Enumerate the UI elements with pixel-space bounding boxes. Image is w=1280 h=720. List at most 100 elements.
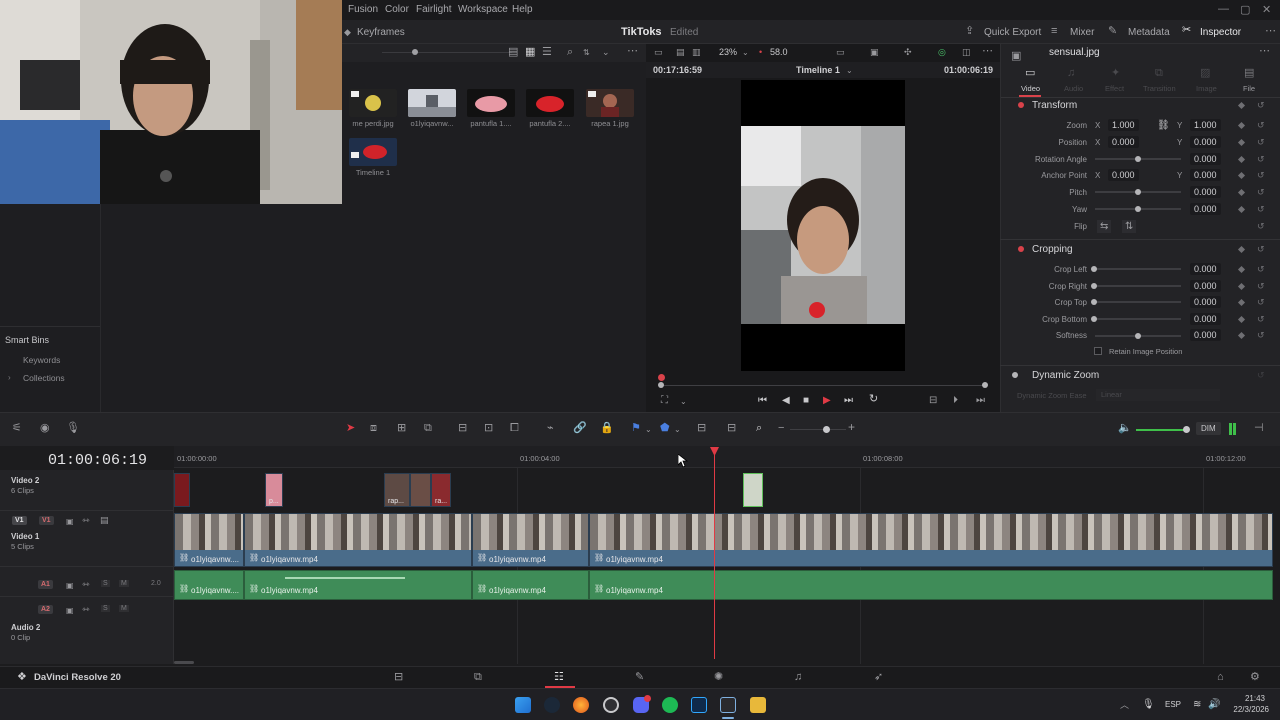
tray-chevron-icon[interactable]: ︿ (1120, 700, 1129, 711)
search-icon[interactable]: ⌕ (567, 47, 573, 58)
effect-tab-icon[interactable]: ✦ (1111, 68, 1120, 79)
a1-clip[interactable]: ⛓ o1lyiqavnw.mp4 (589, 570, 1273, 600)
a1-tag[interactable]: A1 (38, 580, 53, 589)
tab-video[interactable]: Video (1021, 84, 1040, 93)
timeline-selector[interactable]: Timeline 1 (796, 65, 840, 75)
crop-top-field[interactable]: 0.000 (1190, 296, 1221, 308)
inspector-button[interactable]: Inspector (1200, 27, 1241, 38)
lock-track-icon[interactable]: ▣ (66, 580, 74, 591)
track-visibility-icon[interactable]: ▤ (100, 515, 109, 526)
insert-clip-icon[interactable]: ⊟ (458, 423, 467, 434)
speaker-icon[interactable]: 🔈 (1118, 423, 1132, 434)
quick-export-button[interactable]: Quick Export (984, 27, 1041, 38)
viewer-dual-icon[interactable]: ▥ (692, 47, 701, 58)
zoom-in-icon[interactable]: + (848, 421, 855, 433)
menu-fusion[interactable]: Fusion (348, 4, 378, 15)
rotation-field[interactable]: 0.000 (1190, 153, 1221, 165)
cropping-header[interactable]: Cropping (1032, 244, 1073, 255)
out-point-knob[interactable] (982, 382, 988, 388)
detail-zoom-icon[interactable]: ⊟ (727, 423, 736, 434)
link-icon[interactable]: ⛓ (1157, 120, 1170, 131)
sort-chevron-icon[interactable]: ⌄ (602, 47, 610, 58)
v1-dest-tag[interactable]: V1 (39, 516, 54, 525)
keyframes-label[interactable]: Keyframes (357, 27, 405, 38)
timeline-scrollbar[interactable] (174, 661, 194, 664)
chatgpt-icon[interactable] (603, 697, 619, 713)
viewer-scrubber[interactable] (661, 385, 987, 386)
tab-file[interactable]: File (1243, 84, 1255, 93)
media-pool-options-icon[interactable]: ⋯ (627, 46, 638, 57)
microphone-icon[interactable]: 🎙 (66, 423, 80, 434)
home-icon[interactable]: ⌂ (1217, 672, 1224, 683)
reset-icon[interactable]: ↺ (1257, 137, 1265, 148)
lock-icon[interactable]: 🔒 (600, 423, 614, 434)
deliver-page-icon[interactable]: ➶ (874, 672, 883, 683)
split-icon[interactable]: ◫ (962, 47, 971, 58)
playhead-marker[interactable] (658, 374, 665, 381)
reset-icon[interactable]: ↺ (1257, 314, 1265, 325)
language-indicator[interactable]: ESP (1165, 700, 1181, 709)
windows-start-icon[interactable] (515, 697, 531, 713)
lock-track-icon[interactable]: ▣ (66, 605, 74, 616)
transition-tab-icon[interactable]: ⧉ (1155, 68, 1163, 79)
snapping-icon[interactable]: ⌁ (547, 423, 554, 434)
in-point-knob[interactable] (658, 382, 664, 388)
collections-bin[interactable]: Collections (23, 373, 65, 383)
mixer-panel-icon[interactable]: ⊣ (1254, 423, 1264, 434)
reset-icon[interactable]: ↺ (1257, 154, 1265, 165)
keywords-bin[interactable]: Keywords (23, 355, 60, 365)
crop-chevron-icon[interactable]: ⌄ (680, 396, 687, 407)
monitor-icon[interactable]: ▣ (870, 47, 879, 58)
media-thumb[interactable] (408, 89, 456, 117)
mute-button[interactable]: M (119, 605, 129, 612)
slider-knob[interactable] (412, 49, 418, 55)
a1-clip[interactable]: ⛓ o1lyiqavnw.mp4 (472, 570, 589, 600)
viewer-mode-icon[interactable]: ▤ (676, 47, 685, 58)
wifi-icon[interactable]: ≋ (1193, 699, 1201, 710)
flag-chevron-icon[interactable]: ⌄ (645, 424, 652, 435)
solo-button[interactable]: S (101, 605, 110, 612)
stop-icon[interactable]: ■ (803, 395, 809, 406)
fusion-page-icon[interactable]: ✎ (635, 672, 644, 683)
skip-forward-icon[interactable]: ⏭ (844, 395, 853, 406)
pitch-field[interactable]: 0.000 (1190, 186, 1221, 198)
full-extent-zoom-icon[interactable]: ⊟ (697, 423, 706, 434)
pitch-knob[interactable] (1135, 189, 1141, 195)
reset-icon[interactable]: ↺ (1257, 204, 1265, 215)
photoshop-icon[interactable] (691, 697, 707, 713)
zoom-y-field[interactable]: 1.000 (1190, 119, 1221, 131)
color-icon[interactable]: ◎ (938, 47, 946, 58)
reset-icon[interactable]: ↺ (1257, 297, 1265, 308)
metadata-view-icon[interactable]: ▤ (508, 47, 518, 58)
v2-clip[interactable] (410, 473, 431, 507)
volume-knob[interactable] (1183, 426, 1190, 433)
flag-icon[interactable]: ⚑ (631, 423, 641, 434)
crop-bottom-slider[interactable] (1095, 318, 1181, 320)
crop-right-knob[interactable] (1091, 283, 1097, 289)
crop-left-knob[interactable] (1091, 266, 1097, 272)
viewer-frame[interactable] (741, 80, 905, 371)
sort-icon[interactable]: ⇅ (583, 47, 590, 58)
v2-clip[interactable]: p... (265, 473, 283, 507)
timeline-thumb[interactable] (349, 138, 397, 166)
anchor-x-field[interactable]: 0.000 (1108, 169, 1139, 181)
transform-header[interactable]: Transform (1032, 100, 1077, 111)
clock-time[interactable]: 21:43 (1233, 694, 1265, 703)
v1-source-tag[interactable]: V1 (12, 516, 27, 525)
softness-knob[interactable] (1135, 333, 1141, 339)
next-edit-icon[interactable]: ⏵ (953, 395, 958, 406)
anchor-y-field[interactable]: 0.000 (1190, 169, 1221, 181)
crop-icon[interactable]: ⛶ (661, 395, 668, 406)
v1-clip[interactable]: ⛓ o1lyiqavnw.... (174, 513, 244, 567)
volume-slider[interactable] (1136, 429, 1188, 431)
dynamic-trim-icon[interactable]: ⊞ (397, 423, 406, 434)
replace-clip-icon[interactable]: ⧠ (510, 423, 519, 434)
crop-bottom-knob[interactable] (1091, 316, 1097, 322)
a1-clip[interactable]: ⛓ o1lyiqavnw.... (174, 570, 244, 600)
zoom-level[interactable]: 23% (719, 47, 737, 57)
zoom-x-field[interactable]: 1.000 (1108, 119, 1139, 131)
marker-icon[interactable]: ⬟ (660, 423, 670, 434)
reset-icon[interactable]: ↺ (1257, 370, 1265, 381)
fairlight-page-icon[interactable]: ♫ (794, 672, 802, 683)
crop-top-knob[interactable] (1091, 299, 1097, 305)
